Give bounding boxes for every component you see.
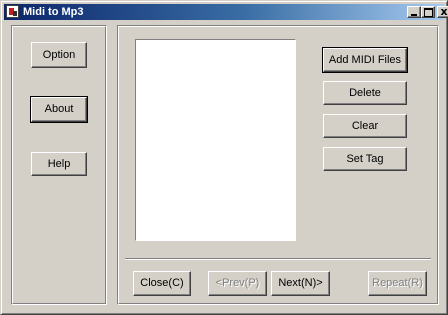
set-tag-button[interactable]: Set Tag (323, 147, 407, 171)
add-midi-files-button[interactable]: Add MIDI Files (322, 47, 408, 73)
midi-file-list[interactable] (135, 39, 296, 241)
close-icon: x (440, 5, 448, 18)
close-button[interactable]: Close(C) (133, 271, 191, 296)
repeat-button[interactable]: Repeat(R) (368, 271, 427, 296)
option-button[interactable]: Option (31, 42, 87, 68)
title-bar[interactable]: Midi to Mp3 x (4, 4, 448, 20)
footer-separator (125, 258, 431, 260)
delete-button[interactable]: Delete (323, 81, 407, 105)
maximize-button[interactable] (421, 6, 435, 18)
window-title: Midi to Mp3 (23, 6, 84, 18)
about-button[interactable]: About (30, 96, 88, 123)
app-icon[interactable] (6, 5, 19, 18)
next-button[interactable]: Next(N)> (271, 271, 330, 296)
app-window: Midi to Mp3 x Option About Help Add MIDI… (0, 0, 448, 315)
minimize-button[interactable] (407, 6, 421, 18)
clear-button[interactable]: Clear (323, 114, 407, 138)
help-button[interactable]: Help (31, 152, 87, 176)
close-window-button[interactable]: x (437, 5, 448, 18)
prev-button[interactable]: <Prev(P) (208, 271, 267, 296)
